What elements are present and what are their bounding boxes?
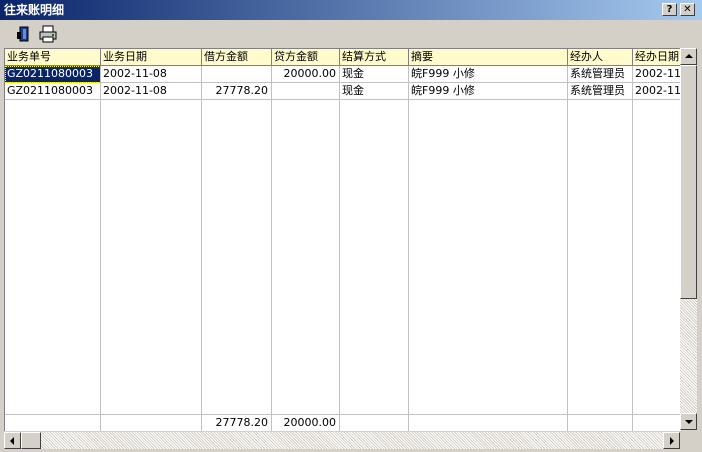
column-divider (100, 66, 101, 414)
exit-button[interactable] (14, 24, 34, 44)
column-header-order-no[interactable]: 业务单号 (5, 49, 101, 66)
scroll-right-button[interactable] (663, 432, 680, 449)
table-cell[interactable]: 2002-11-08 (101, 83, 202, 100)
total-credit: 20000.00 (272, 414, 340, 431)
table-cell[interactable]: 皖F999 小修 (409, 66, 568, 83)
close-button[interactable]: ✕ (680, 3, 695, 16)
grid-body: 业务单号 业务日期 借方金额 贷方金额 结算方式 摘要 经办人 经办日期 GZ0… (5, 49, 681, 431)
table-cell[interactable]: GZ0211080003 (5, 66, 101, 83)
table-cell[interactable]: 现金 (340, 83, 409, 100)
scrollbar-corner (680, 432, 697, 449)
printer-icon (39, 25, 57, 43)
toolbar (0, 20, 702, 47)
total-debit: 27778.20 (202, 414, 272, 431)
column-header-handler[interactable]: 经办人 (568, 49, 633, 66)
window: 往来账明细 ? ✕ 业务单号 业务日期 借方金额 贷方金额 结算方式 摘要 经办… (0, 0, 702, 452)
column-divider (632, 66, 633, 414)
scroll-down-button[interactable] (680, 413, 697, 430)
column-header-settlement[interactable]: 结算方式 (340, 49, 409, 66)
vertical-scrollbar[interactable] (680, 48, 697, 430)
column-divider (271, 66, 272, 414)
column-divider (201, 66, 202, 414)
horizontal-scroll-thumb[interactable] (21, 432, 41, 449)
table-cell[interactable]: GZ0211080003 (5, 83, 101, 100)
help-button[interactable]: ? (662, 3, 677, 16)
scroll-up-button[interactable] (680, 48, 697, 65)
table-cell[interactable]: 2002-11-08 (633, 83, 681, 100)
column-header-debit[interactable]: 借方金额 (202, 49, 272, 66)
title-bar[interactable]: 往来账明细 ? ✕ (0, 0, 702, 20)
table-cell[interactable]: 现金 (340, 66, 409, 83)
totals-cell (409, 414, 568, 431)
column-divider (339, 66, 340, 414)
totals-cell (101, 414, 202, 431)
table-cell[interactable]: 皖F999 小修 (409, 83, 568, 100)
arrow-right-icon (670, 437, 674, 445)
table-cell[interactable]: 系统管理员 (568, 66, 633, 83)
column-divider (408, 66, 409, 414)
table-cell[interactable]: 20000.00 (272, 66, 340, 83)
arrow-up-icon (685, 54, 693, 58)
close-icon: ✕ (683, 4, 692, 15)
door-exit-icon (17, 26, 29, 42)
column-header-summary[interactable]: 摘要 (409, 49, 568, 66)
totals-cell (633, 414, 681, 431)
column-header-business-date[interactable]: 业务日期 (101, 49, 202, 66)
help-icon: ? (666, 4, 673, 15)
vertical-scroll-thumb[interactable] (680, 65, 697, 299)
table-cell[interactable]: 27778.20 (202, 83, 272, 100)
table-cell[interactable]: 2002-11-08 (633, 66, 681, 83)
detail-grid[interactable]: 业务单号 业务日期 借方金额 贷方金额 结算方式 摘要 经办人 经办日期 GZ0… (4, 48, 681, 431)
print-button[interactable] (38, 24, 58, 44)
table-cell[interactable]: 系统管理员 (568, 83, 633, 100)
table-cell[interactable] (272, 83, 340, 100)
scroll-left-button[interactable] (4, 432, 21, 449)
window-title: 往来账明细 (4, 3, 65, 17)
totals-cell (568, 414, 633, 431)
totals-cell (5, 414, 101, 431)
arrow-down-icon (685, 420, 693, 424)
totals-cell (340, 414, 409, 431)
arrow-left-icon (10, 437, 14, 445)
horizontal-scrollbar[interactable] (4, 432, 680, 449)
table-cell[interactable]: 2002-11-08 (101, 66, 202, 83)
column-header-handle-date[interactable]: 经办日期 (633, 49, 681, 66)
column-divider (567, 66, 568, 414)
table-cell[interactable] (202, 66, 272, 83)
column-header-credit[interactable]: 贷方金额 (272, 49, 340, 66)
